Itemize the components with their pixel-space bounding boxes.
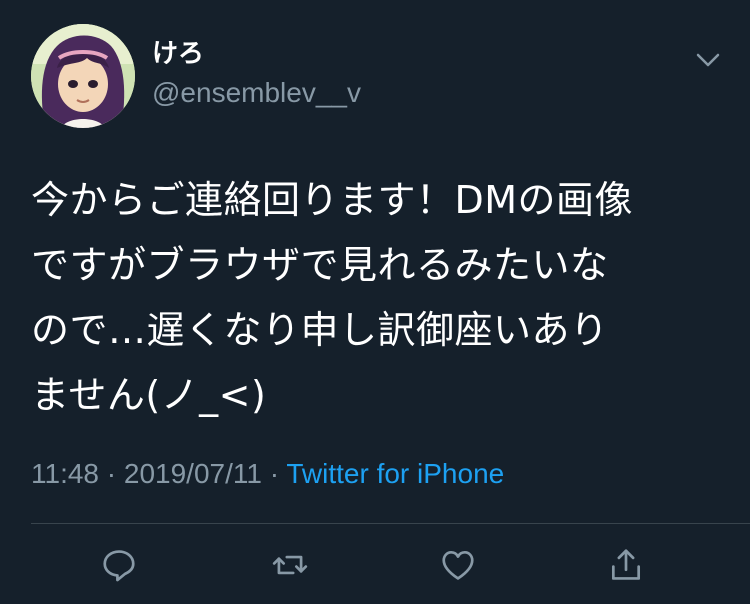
like-button[interactable]: [438, 545, 478, 585]
tweet-source-link[interactable]: Twitter for iPhone: [286, 458, 504, 489]
divider: [31, 523, 750, 524]
reply-button[interactable]: [99, 545, 139, 585]
tweet-text-line: ので…遅くなり申し訳御座いあり: [31, 308, 609, 352]
tweet-menu-button[interactable]: [692, 44, 724, 76]
tweet-card: けろ @ensemblev__v 今からご連絡回ります！DMの画像 ですがブラウ…: [0, 0, 750, 604]
tweet-text-line: ません(ノ_<): [31, 373, 267, 417]
share-button[interactable]: [606, 545, 646, 585]
tweet-date[interactable]: 2019/07/11: [124, 458, 262, 489]
retweet-button[interactable]: [270, 545, 310, 585]
tweet-text-line: 今からご連絡回ります！DMの画像: [31, 178, 634, 222]
chevron-down-icon: [696, 53, 720, 67]
display-name[interactable]: けろ: [152, 38, 204, 70]
tweet-text: 今からご連絡回ります！DMの画像 ですがブラウザで見れるみたいな ので…遅くなり…: [31, 168, 731, 428]
avatar-image: [31, 24, 135, 128]
user-handle[interactable]: @ensemblev__v: [152, 76, 361, 110]
tweet-text-line: ですがブラウザで見れるみたいな: [31, 243, 609, 287]
reply-icon: [103, 550, 135, 582]
heart-icon: [442, 550, 474, 580]
share-icon: [611, 549, 641, 580]
tweet-meta: 11:48 · 2019/07/11 · Twitter for iPhone: [31, 456, 504, 492]
meta-separator: ·: [106, 458, 124, 489]
tweet-time[interactable]: 11:48: [31, 458, 99, 489]
meta-separator: ·: [269, 458, 287, 489]
retweet-icon: [272, 555, 308, 575]
avatar[interactable]: [31, 24, 135, 128]
